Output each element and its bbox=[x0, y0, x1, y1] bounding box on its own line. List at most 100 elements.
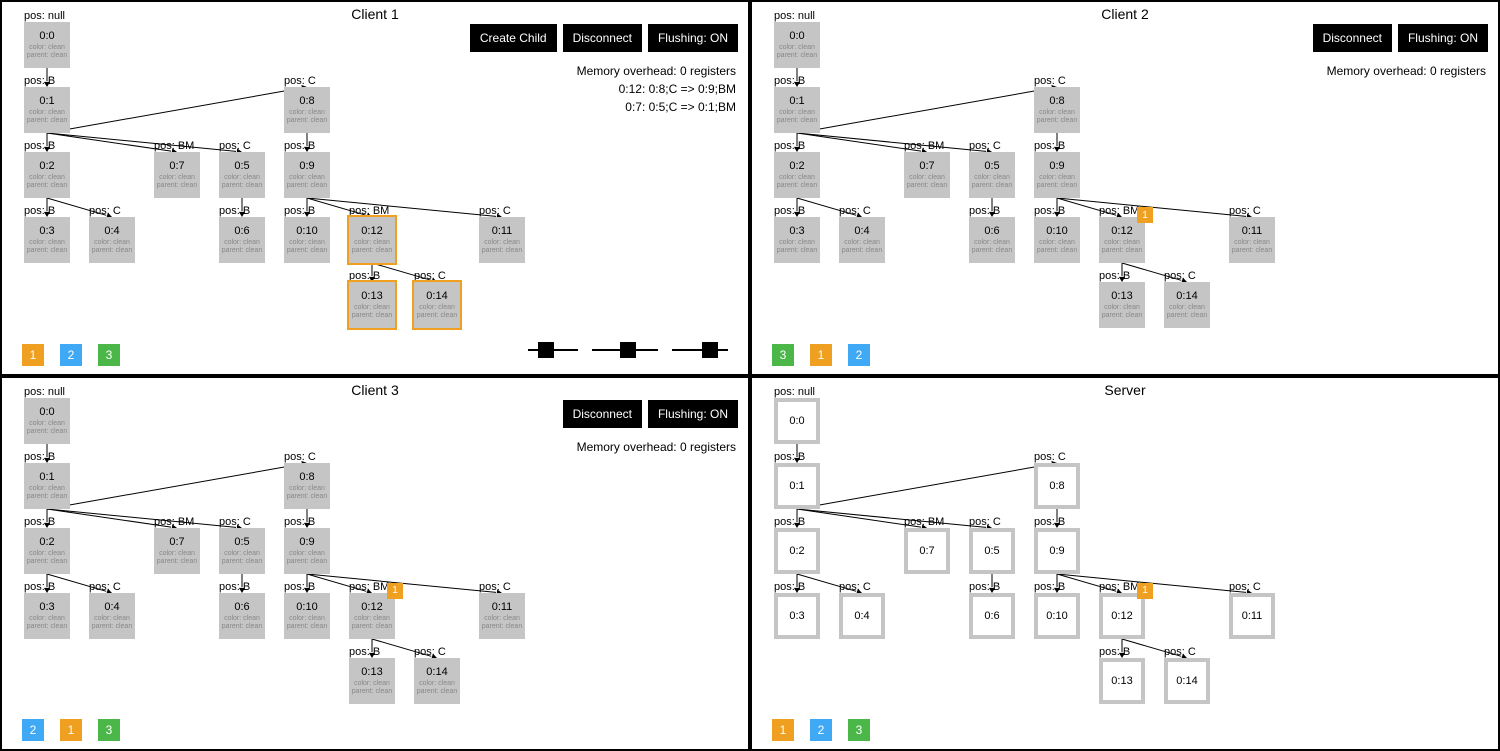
tree-node[interactable]: 0:2color: cleanparent: clean bbox=[774, 528, 820, 574]
panel-client2: Client 2DisconnectFlushing: ONMemory ove… bbox=[750, 0, 1500, 376]
chip-3[interactable]: 3 bbox=[98, 344, 120, 366]
pos-label: pos: C bbox=[414, 646, 446, 658]
tree-node[interactable]: 0:10color: cleanparent: clean bbox=[284, 217, 330, 263]
tree-node[interactable]: 0:7color: cleanparent: clean bbox=[154, 152, 200, 198]
tree-node[interactable]: 0:0color: cleanparent: clean bbox=[24, 22, 70, 68]
chip-3[interactable]: 3 bbox=[848, 719, 870, 741]
tree-node[interactable]: 0:13color: cleanparent: clean bbox=[1099, 658, 1145, 704]
chip-2[interactable]: 2 bbox=[22, 719, 44, 741]
tree-node[interactable]: 0:14color: cleanparent: clean bbox=[1164, 658, 1210, 704]
node-tag: 1 bbox=[1137, 583, 1153, 599]
tree-node[interactable]: 0:1color: cleanparent: clean bbox=[774, 87, 820, 133]
tree-node[interactable]: 0:2color: cleanparent: clean bbox=[774, 152, 820, 198]
tree-node[interactable]: 0:8color: cleanparent: clean bbox=[284, 463, 330, 509]
tree-node[interactable]: 0:1color: cleanparent: clean bbox=[774, 463, 820, 509]
tree-node[interactable]: 0:12color: cleanparent: clean bbox=[349, 217, 395, 263]
tree-node[interactable]: 0:10color: cleanparent: clean bbox=[1034, 593, 1080, 639]
tree-node[interactable]: 0:7color: cleanparent: clean bbox=[154, 528, 200, 574]
chip-1[interactable]: 1 bbox=[772, 719, 794, 741]
pos-label: pos: BM bbox=[904, 140, 944, 152]
tree-node[interactable]: 0:11color: cleanparent: clean bbox=[479, 593, 525, 639]
tree-node[interactable]: 0:4color: cleanparent: clean bbox=[839, 217, 885, 263]
tree-node[interactable]: 0:9color: cleanparent: clean bbox=[284, 528, 330, 574]
tree-node[interactable]: 0:13color: cleanparent: clean bbox=[349, 658, 395, 704]
chip-1[interactable]: 1 bbox=[22, 344, 44, 366]
pos-label: pos: B bbox=[774, 516, 805, 528]
chip-2[interactable]: 2 bbox=[810, 719, 832, 741]
panel-client1: Client 1Create ChildDisconnectFlushing: … bbox=[0, 0, 750, 376]
tree-node[interactable]: 0:10color: cleanparent: clean bbox=[1034, 217, 1080, 263]
pos-label: pos: BM bbox=[904, 516, 944, 528]
tree-node[interactable]: 0:7color: cleanparent: clean bbox=[904, 528, 950, 574]
tree-node[interactable]: 0:14color: cleanparent: clean bbox=[414, 658, 460, 704]
chip-3[interactable]: 3 bbox=[98, 719, 120, 741]
tree-node[interactable]: 0:13color: cleanparent: clean bbox=[1099, 282, 1145, 328]
tree-node[interactable]: 0:4color: cleanparent: clean bbox=[89, 593, 135, 639]
pos-label: pos: C bbox=[1034, 75, 1066, 87]
tree-node[interactable]: 0:6color: cleanparent: clean bbox=[219, 593, 265, 639]
tree-node[interactable]: 0:5color: cleanparent: clean bbox=[219, 152, 265, 198]
pos-label: pos: BM bbox=[349, 205, 389, 217]
panel-client3: Client 3DisconnectFlushing: ONMemory ove… bbox=[0, 376, 750, 751]
pos-label: pos: C bbox=[479, 205, 511, 217]
tree-node[interactable]: 0:12color: cleanparent: clean bbox=[1099, 593, 1145, 639]
pos-label: pos: B bbox=[24, 140, 55, 152]
tree-node[interactable]: 0:5color: cleanparent: clean bbox=[969, 152, 1015, 198]
tree-node[interactable]: 0:8color: cleanparent: clean bbox=[1034, 463, 1080, 509]
pos-label: pos: C bbox=[1034, 451, 1066, 463]
tree-node[interactable]: 0:1color: cleanparent: clean bbox=[24, 87, 70, 133]
chip-3[interactable]: 3 bbox=[772, 344, 794, 366]
tree-node[interactable]: 0:0color: cleanparent: clean bbox=[774, 398, 820, 444]
tree-canvas: pos: null0:0color: cleanparent: cleanpos… bbox=[2, 2, 748, 374]
tree-node[interactable]: 0:11color: cleanparent: clean bbox=[1229, 593, 1275, 639]
tree-node[interactable]: 0:8color: cleanparent: clean bbox=[1034, 87, 1080, 133]
tree-node[interactable]: 0:6color: cleanparent: clean bbox=[969, 217, 1015, 263]
tree-node[interactable]: 0:2color: cleanparent: clean bbox=[24, 152, 70, 198]
tree-node[interactable]: 0:12color: cleanparent: clean bbox=[1099, 217, 1145, 263]
chip-2[interactable]: 2 bbox=[60, 344, 82, 366]
tree-node[interactable]: 0:3color: cleanparent: clean bbox=[774, 593, 820, 639]
tree-node[interactable]: 0:14color: cleanparent: clean bbox=[1164, 282, 1210, 328]
tree-node[interactable]: 0:3color: cleanparent: clean bbox=[24, 593, 70, 639]
chip-1[interactable]: 1 bbox=[810, 344, 832, 366]
tree-node[interactable]: 0:3color: cleanparent: clean bbox=[24, 217, 70, 263]
tree-node[interactable]: 0:11color: cleanparent: clean bbox=[1229, 217, 1275, 263]
tree-node[interactable]: 0:9color: cleanparent: clean bbox=[1034, 528, 1080, 574]
timeline-slider[interactable] bbox=[528, 338, 728, 362]
pos-label: pos: BM bbox=[1099, 205, 1139, 217]
tree-node[interactable]: 0:5color: cleanparent: clean bbox=[219, 528, 265, 574]
chip-1[interactable]: 1 bbox=[60, 719, 82, 741]
tree-node[interactable]: 0:0color: cleanparent: clean bbox=[24, 398, 70, 444]
tree-node[interactable]: 0:13color: cleanparent: clean bbox=[349, 282, 395, 328]
tree-node[interactable]: 0:14color: cleanparent: clean bbox=[414, 282, 460, 328]
tree-node[interactable]: 0:4color: cleanparent: clean bbox=[839, 593, 885, 639]
pos-label: pos: B bbox=[24, 516, 55, 528]
pos-label: pos: B bbox=[349, 646, 380, 658]
pos-label: pos: BM bbox=[1099, 581, 1139, 593]
pos-label: pos: C bbox=[1164, 270, 1196, 282]
tree-node[interactable]: 0:10color: cleanparent: clean bbox=[284, 593, 330, 639]
tree-node[interactable]: 0:5color: cleanparent: clean bbox=[969, 528, 1015, 574]
pos-label: pos: C bbox=[219, 140, 251, 152]
tree-node[interactable]: 0:9color: cleanparent: clean bbox=[1034, 152, 1080, 198]
tree-node[interactable]: 0:8color: cleanparent: clean bbox=[284, 87, 330, 133]
tree-node[interactable]: 0:7color: cleanparent: clean bbox=[904, 152, 950, 198]
chip-row: 312 bbox=[772, 344, 870, 366]
tree-node[interactable]: 0:12color: cleanparent: clean bbox=[349, 593, 395, 639]
tree-node[interactable]: 0:6color: cleanparent: clean bbox=[219, 217, 265, 263]
tree-node[interactable]: 0:2color: cleanparent: clean bbox=[24, 528, 70, 574]
pos-label: pos: B bbox=[219, 205, 250, 217]
chip-2[interactable]: 2 bbox=[848, 344, 870, 366]
tree-node[interactable]: 0:11color: cleanparent: clean bbox=[479, 217, 525, 263]
chip-row: 213 bbox=[22, 719, 120, 741]
pos-label: pos: B bbox=[1099, 646, 1130, 658]
tree-node[interactable]: 0:1color: cleanparent: clean bbox=[24, 463, 70, 509]
tree-node[interactable]: 0:4color: cleanparent: clean bbox=[89, 217, 135, 263]
tree-node[interactable]: 0:3color: cleanparent: clean bbox=[774, 217, 820, 263]
tree-node[interactable]: 0:0color: cleanparent: clean bbox=[774, 22, 820, 68]
tree-node[interactable]: 0:9color: cleanparent: clean bbox=[284, 152, 330, 198]
pos-label: pos: B bbox=[284, 140, 315, 152]
pos-label: pos: B bbox=[1034, 205, 1065, 217]
pos-label: pos: BM bbox=[154, 516, 194, 528]
tree-node[interactable]: 0:6color: cleanparent: clean bbox=[969, 593, 1015, 639]
